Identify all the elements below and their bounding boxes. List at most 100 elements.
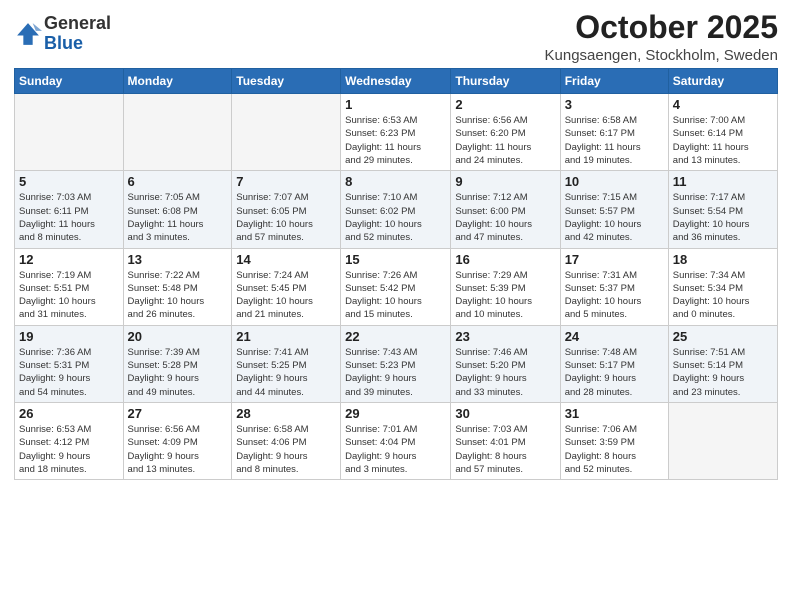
day-cell: 1 Sunrise: 6:53 AM Sunset: 6:23 PM Daylig…	[341, 94, 451, 171]
day-cell	[15, 94, 124, 171]
day-info: Sunrise: 6:56 AM Sunset: 4:09 PM Dayligh…	[128, 423, 228, 476]
day-info: Sunrise: 7:01 AM Sunset: 4:04 PM Dayligh…	[345, 423, 446, 476]
weekday-header-friday: Friday	[560, 69, 668, 94]
day-info: Sunrise: 7:48 AM Sunset: 5:17 PM Dayligh…	[565, 346, 664, 399]
day-cell: 19 Sunrise: 7:36 AM Sunset: 5:31 PM Dayli…	[15, 325, 124, 402]
logo: General Blue	[14, 14, 111, 54]
day-cell: 15 Sunrise: 7:26 AM Sunset: 5:42 PM Dayli…	[341, 248, 451, 325]
day-info: Sunrise: 7:22 AM Sunset: 5:48 PM Dayligh…	[128, 269, 228, 322]
day-info: Sunrise: 7:26 AM Sunset: 5:42 PM Dayligh…	[345, 269, 446, 322]
day-cell: 24 Sunrise: 7:48 AM Sunset: 5:17 PM Dayli…	[560, 325, 668, 402]
day-number: 7	[236, 174, 336, 189]
day-number: 19	[19, 329, 119, 344]
day-number: 15	[345, 252, 446, 267]
day-number: 5	[19, 174, 119, 189]
day-info: Sunrise: 7:36 AM Sunset: 5:31 PM Dayligh…	[19, 346, 119, 399]
location-title: Kungsaengen, Stockholm, Sweden	[545, 47, 779, 64]
weekday-header-monday: Monday	[123, 69, 232, 94]
day-info: Sunrise: 7:29 AM Sunset: 5:39 PM Dayligh…	[455, 269, 555, 322]
day-info: Sunrise: 7:19 AM Sunset: 5:51 PM Dayligh…	[19, 269, 119, 322]
day-cell: 6 Sunrise: 7:05 AM Sunset: 6:08 PM Daylig…	[123, 171, 232, 248]
logo-icon	[14, 20, 42, 48]
day-cell: 29 Sunrise: 7:01 AM Sunset: 4:04 PM Dayli…	[341, 402, 451, 479]
day-info: Sunrise: 6:58 AM Sunset: 6:17 PM Dayligh…	[565, 114, 664, 167]
day-cell	[668, 402, 777, 479]
page: General Blue October 2025 Kungsaengen, S…	[0, 0, 792, 612]
day-cell: 12 Sunrise: 7:19 AM Sunset: 5:51 PM Dayli…	[15, 248, 124, 325]
day-number: 11	[673, 174, 773, 189]
day-info: Sunrise: 7:15 AM Sunset: 5:57 PM Dayligh…	[565, 191, 664, 244]
day-number: 3	[565, 97, 664, 112]
day-number: 25	[673, 329, 773, 344]
day-number: 20	[128, 329, 228, 344]
day-cell: 26 Sunrise: 6:53 AM Sunset: 4:12 PM Dayli…	[15, 402, 124, 479]
day-info: Sunrise: 7:03 AM Sunset: 6:11 PM Dayligh…	[19, 191, 119, 244]
day-cell: 8 Sunrise: 7:10 AM Sunset: 6:02 PM Daylig…	[341, 171, 451, 248]
day-cell: 7 Sunrise: 7:07 AM Sunset: 6:05 PM Daylig…	[232, 171, 341, 248]
day-info: Sunrise: 7:12 AM Sunset: 6:00 PM Dayligh…	[455, 191, 555, 244]
day-number: 4	[673, 97, 773, 112]
day-number: 14	[236, 252, 336, 267]
day-number: 13	[128, 252, 228, 267]
day-cell: 17 Sunrise: 7:31 AM Sunset: 5:37 PM Dayli…	[560, 248, 668, 325]
day-cell: 10 Sunrise: 7:15 AM Sunset: 5:57 PM Dayli…	[560, 171, 668, 248]
day-number: 26	[19, 406, 119, 421]
day-info: Sunrise: 7:10 AM Sunset: 6:02 PM Dayligh…	[345, 191, 446, 244]
day-number: 8	[345, 174, 446, 189]
day-cell: 20 Sunrise: 7:39 AM Sunset: 5:28 PM Dayli…	[123, 325, 232, 402]
day-cell: 16 Sunrise: 7:29 AM Sunset: 5:39 PM Dayli…	[451, 248, 560, 325]
day-number: 22	[345, 329, 446, 344]
day-cell: 18Sunrise: 7:34 AM Sunset: 5:34 PM Dayli…	[668, 248, 777, 325]
day-number: 2	[455, 97, 555, 112]
day-cell: 13 Sunrise: 7:22 AM Sunset: 5:48 PM Dayli…	[123, 248, 232, 325]
day-info: Sunrise: 6:53 AM Sunset: 4:12 PM Dayligh…	[19, 423, 119, 476]
day-number: 28	[236, 406, 336, 421]
day-number: 1	[345, 97, 446, 112]
day-cell: 23Sunrise: 7:46 AM Sunset: 5:20 PM Dayli…	[451, 325, 560, 402]
day-cell	[232, 94, 341, 171]
day-info: Sunrise: 6:56 AM Sunset: 6:20 PM Dayligh…	[455, 114, 555, 167]
day-cell: 21Sunrise: 7:41 AM Sunset: 5:25 PM Dayli…	[232, 325, 341, 402]
weekday-header-sunday: Sunday	[15, 69, 124, 94]
day-number: 29	[345, 406, 446, 421]
day-info: Sunrise: 7:07 AM Sunset: 6:05 PM Dayligh…	[236, 191, 336, 244]
day-number: 6	[128, 174, 228, 189]
day-number: 31	[565, 406, 664, 421]
day-number: 27	[128, 406, 228, 421]
day-info: Sunrise: 6:53 AM Sunset: 6:23 PM Dayligh…	[345, 114, 446, 167]
day-number: 24	[565, 329, 664, 344]
logo-text: General Blue	[44, 14, 111, 54]
weekday-header-row: SundayMondayTuesdayWednesdayThursdayFrid…	[15, 69, 778, 94]
day-info: Sunrise: 7:39 AM Sunset: 5:28 PM Dayligh…	[128, 346, 228, 399]
day-number: 18	[673, 252, 773, 267]
week-row-2: 5 Sunrise: 7:03 AM Sunset: 6:11 PM Daylig…	[15, 171, 778, 248]
day-cell: 14Sunrise: 7:24 AM Sunset: 5:45 PM Dayli…	[232, 248, 341, 325]
day-number: 16	[455, 252, 555, 267]
day-cell: 9Sunrise: 7:12 AM Sunset: 6:00 PM Daylig…	[451, 171, 560, 248]
day-cell: 5 Sunrise: 7:03 AM Sunset: 6:11 PM Daylig…	[15, 171, 124, 248]
day-info: Sunrise: 7:51 AM Sunset: 5:14 PM Dayligh…	[673, 346, 773, 399]
day-cell: 4 Sunrise: 7:00 AM Sunset: 6:14 PM Daylig…	[668, 94, 777, 171]
logo-blue: Blue	[44, 33, 83, 53]
day-number: 17	[565, 252, 664, 267]
day-info: Sunrise: 7:43 AM Sunset: 5:23 PM Dayligh…	[345, 346, 446, 399]
weekday-header-saturday: Saturday	[668, 69, 777, 94]
logo-general: General	[44, 13, 111, 33]
day-cell: 27 Sunrise: 6:56 AM Sunset: 4:09 PM Dayli…	[123, 402, 232, 479]
week-row-3: 12 Sunrise: 7:19 AM Sunset: 5:51 PM Dayli…	[15, 248, 778, 325]
day-info: Sunrise: 7:05 AM Sunset: 6:08 PM Dayligh…	[128, 191, 228, 244]
day-info: Sunrise: 7:31 AM Sunset: 5:37 PM Dayligh…	[565, 269, 664, 322]
day-cell: 22 Sunrise: 7:43 AM Sunset: 5:23 PM Dayli…	[341, 325, 451, 402]
week-row-4: 19 Sunrise: 7:36 AM Sunset: 5:31 PM Dayli…	[15, 325, 778, 402]
day-cell: 30Sunrise: 7:03 AM Sunset: 4:01 PM Dayli…	[451, 402, 560, 479]
weekday-header-wednesday: Wednesday	[341, 69, 451, 94]
day-info: Sunrise: 7:03 AM Sunset: 4:01 PM Dayligh…	[455, 423, 555, 476]
day-cell: 28Sunrise: 6:58 AM Sunset: 4:06 PM Dayli…	[232, 402, 341, 479]
day-cell	[123, 94, 232, 171]
day-number: 12	[19, 252, 119, 267]
month-title: October 2025	[545, 10, 779, 45]
calendar: SundayMondayTuesdayWednesdayThursdayFrid…	[14, 68, 778, 480]
day-number: 21	[236, 329, 336, 344]
day-number: 10	[565, 174, 664, 189]
day-info: Sunrise: 7:00 AM Sunset: 6:14 PM Dayligh…	[673, 114, 773, 167]
